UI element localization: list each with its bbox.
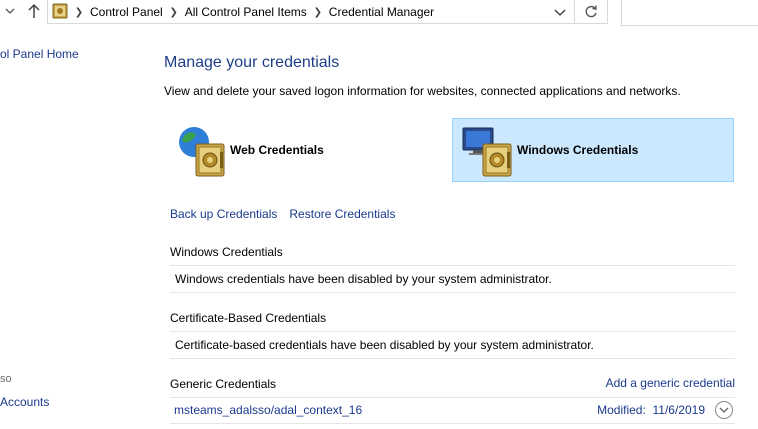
see-also-heading: so xyxy=(0,373,12,385)
chevron-right-icon[interactable]: ❯ xyxy=(311,7,325,18)
modified-date: Modified: 11/6/2019 xyxy=(597,403,705,417)
breadcrumb-credential-manager[interactable]: Credential Manager xyxy=(325,5,438,19)
certificate-credentials-disabled-message: Certificate-based credentials have been … xyxy=(175,338,594,352)
divider xyxy=(170,423,735,424)
user-accounts-link[interactable]: Accounts xyxy=(0,395,49,409)
chevron-down-icon[interactable] xyxy=(553,5,567,19)
address-box[interactable]: ❯ Control Panel ❯ All Control Panel Item… xyxy=(47,0,608,24)
web-credentials-label: Web Credentials xyxy=(230,143,324,157)
refresh-icon[interactable] xyxy=(583,4,599,20)
globe-vault-icon xyxy=(179,127,225,177)
control-panel-home-link[interactable]: ol Panel Home xyxy=(0,47,79,61)
section-title: Certificate-Based Credentials xyxy=(170,311,327,325)
search-input[interactable] xyxy=(621,0,758,26)
breadcrumb-control-panel[interactable]: Control Panel xyxy=(86,5,167,19)
add-generic-credential-link[interactable]: Add a generic credential xyxy=(606,376,735,390)
modified-label: Modified: xyxy=(597,403,646,417)
page-title: Manage your credentials xyxy=(164,54,340,71)
arrow-up-icon[interactable] xyxy=(26,2,42,20)
chevron-right-icon: ❯ xyxy=(74,6,84,18)
windows-credentials-label: Windows Credentials xyxy=(517,143,639,157)
chevron-right-icon[interactable]: ❯ xyxy=(167,7,181,18)
divider xyxy=(170,292,735,293)
control-panel-icon xyxy=(52,3,68,19)
breadcrumb-all-items[interactable]: All Control Panel Items xyxy=(181,5,311,19)
section-title: Generic Credentials xyxy=(170,377,277,391)
backup-restore-links: Back up Credentials Restore Credentials xyxy=(170,207,395,221)
breadcrumb: ❯ Control Panel ❯ All Control Panel Item… xyxy=(72,4,438,20)
monitor-vault-icon xyxy=(462,127,512,177)
windows-credentials-tile[interactable]: Windows Credentials xyxy=(452,118,734,182)
modified-value: 11/6/2019 xyxy=(652,403,706,417)
divider xyxy=(574,0,575,24)
circle-chevron-down-icon[interactable] xyxy=(714,400,734,420)
restore-credentials-link[interactable]: Restore Credentials xyxy=(289,207,395,221)
windows-credentials-disabled-message: Windows credentials have been disabled b… xyxy=(175,272,552,286)
credential-name[interactable]: msteams_adalsso/adal_context_16 xyxy=(174,403,362,417)
windows-credentials-section-header: Windows Credentials xyxy=(170,244,735,266)
section-title: Windows Credentials xyxy=(170,245,283,259)
back-up-credentials-link[interactable]: Back up Credentials xyxy=(170,207,277,221)
page-description: View and delete your saved logon informa… xyxy=(164,84,681,98)
web-credentials-tile[interactable]: Web Credentials xyxy=(170,118,450,182)
address-bar-row: ❯ Control Panel ❯ All Control Panel Item… xyxy=(0,0,758,26)
certificate-credentials-section-header: Certificate-Based Credentials xyxy=(170,310,735,332)
divider xyxy=(170,358,735,359)
list-item[interactable]: msteams_adalsso/adal_context_16 Modified… xyxy=(170,398,735,422)
generic-credentials-section-header: Generic Credentials Add a generic creden… xyxy=(170,376,735,398)
chevron-down-icon[interactable] xyxy=(4,4,16,18)
